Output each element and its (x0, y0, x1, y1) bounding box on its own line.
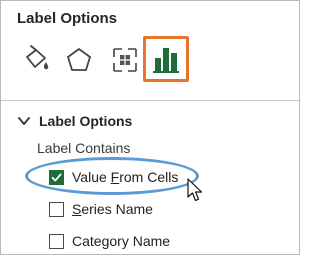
chevron-down-icon (18, 117, 30, 125)
divider (1, 100, 301, 101)
option-value-from-cells[interactable]: Value From Cells (49, 167, 178, 187)
section-header-label-options[interactable]: Label Options (17, 111, 132, 131)
fill-line-icon (26, 45, 49, 70)
series-name-checkbox[interactable] (49, 201, 64, 217)
option-series-name[interactable]: Series Name (49, 199, 153, 219)
label-contains-heading: Label Contains (37, 140, 131, 156)
category-name-checkbox[interactable] (49, 233, 64, 249)
category-name-label: Category Name (72, 233, 171, 249)
value-from-cells-checkbox[interactable] (49, 169, 64, 185)
tab-size-properties[interactable] (103, 35, 147, 85)
section-title: Label Options (39, 113, 133, 129)
format-tabs (1, 35, 301, 91)
checkmark-icon (51, 173, 62, 181)
pane-title: Label Options (17, 10, 118, 27)
format-pane: Label Options Label Options Label Contai… (0, 0, 301, 255)
value-from-cells-label: Value From Cells (72, 169, 179, 185)
mouse-cursor-icon (187, 178, 203, 202)
label-options-chart-icon (153, 48, 179, 73)
series-name-label: Series Name (72, 201, 153, 217)
tab-effects[interactable] (57, 35, 101, 85)
tab-fill-line[interactable] (15, 35, 59, 85)
tab-label-options[interactable] (143, 36, 189, 82)
effects-pentagon-icon (67, 48, 91, 71)
size-properties-icon (113, 48, 137, 72)
option-category-name[interactable]: Category Name (49, 231, 170, 251)
